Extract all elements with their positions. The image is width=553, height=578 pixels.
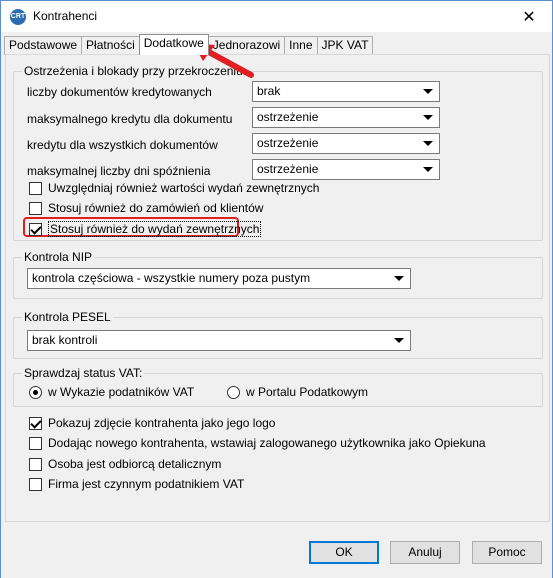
checkbox-box[interactable] [29,457,42,471]
max-days-select[interactable]: ostrzeżenie [252,159,440,180]
dialog-window: CRT Kontrahenci ✕ Podstawowe Płatności D… [0,0,553,578]
nip-control-select[interactable]: kontrola częściowa - wszystkie numery po… [27,268,411,289]
max-credit-select[interactable]: ostrzeżenie [252,107,440,128]
active-vat-payer-label: Firma jest czynnym podatnikiem VAT [48,477,245,491]
button-bar [1,522,552,578]
app-logo-icon: CRT [10,9,26,25]
apply-to-orders-label: Stosuj również do zamówień od klientów [48,201,264,215]
vat-registry-label: w Wykazie podatników VAT [48,385,195,399]
include-external-issues-label: Uwzględniaj również wartości wydań zewnę… [48,181,320,195]
assign-logged-user-label: Dodając nowego kontrahenta, wstawiaj zal… [48,436,486,450]
checkbox-box[interactable] [29,181,42,195]
radio-selected[interactable] [29,385,42,399]
close-icon[interactable]: ✕ [506,1,552,32]
tax-portal-label: w Portalu Podatkowym [246,385,369,399]
tab-dodatkowe[interactable]: Dodatkowe [138,34,209,55]
help-button[interactable]: Pomoc [472,541,542,564]
radio-unselected[interactable] [227,385,240,399]
tab-inne[interactable]: Inne [284,36,318,55]
tab-podstawowe[interactable]: Podstawowe [4,36,83,55]
all-docs-credit-value: ostrzeżenie [257,136,319,150]
chevron-down-icon [423,141,433,146]
vat-registry-radio[interactable]: w Wykazie podatników VAT [29,385,194,399]
tab-jpk-vat[interactable]: JPK VAT [316,36,374,55]
title-bar: CRT Kontrahenci ✕ [1,1,552,32]
show-photo-as-logo-label: Pokazuj zdjęcie kontrahenta jako jego lo… [48,416,276,430]
all-docs-credit-select[interactable]: ostrzeżenie [252,133,440,154]
checkbox-box[interactable] [29,201,42,215]
chevron-down-icon [423,89,433,94]
pesel-legend: Kontrola PESEL [22,310,113,324]
apply-to-orders-checkbox[interactable]: Stosuj również do zamówień od klientów [29,201,263,215]
nip-control-value: kontrola częściowa - wszystkie numery po… [32,271,311,285]
show-photo-as-logo-checkbox[interactable]: Pokazuj zdjęcie kontrahenta jako jego lo… [29,416,275,430]
retail-recipient-label: Osoba jest odbiorcą detalicznym [48,457,222,471]
max-days-value: ostrzeżenie [257,162,319,176]
assign-logged-user-checkbox[interactable]: Dodając nowego kontrahenta, wstawiaj zal… [29,436,486,450]
pesel-control-value: brak kontroli [32,333,98,347]
chevron-down-icon [423,115,433,120]
vat-status-legend: Sprawdzaj status VAT: [22,366,145,380]
include-external-issues-checkbox[interactable]: Uwzględniaj również wartości wydań zewnę… [29,181,319,195]
tax-portal-radio[interactable]: w Portalu Podatkowym [227,385,368,399]
tab-strip: Podstawowe Płatności Dodatkowe Jednorazo… [4,34,374,55]
warning-label-max-credit: maksymalnego kredytu dla dokumentu [27,112,233,126]
nip-legend: Kontrola NIP [22,250,95,264]
apply-to-external-issues-checkbox[interactable]: Stosuj również do wydań zewnętrznych [29,221,262,237]
checkbox-box-checked[interactable] [29,416,42,430]
apply-to-external-issues-label: Stosuj również do wydań zewnętrznych [48,221,262,237]
pesel-control-select[interactable]: brak kontroli [27,330,411,351]
credit-docs-value: brak [257,84,281,98]
retail-recipient-checkbox[interactable]: Osoba jest odbiorcą detalicznym [29,457,221,471]
checkbox-box[interactable] [29,477,42,491]
warning-label-all-docs-credit: kredytu dla wszystkich dokumentów [27,138,218,152]
max-credit-value: ostrzeżenie [257,110,319,124]
chevron-down-icon [423,167,433,172]
warning-label-credit-docs: liczby dokumentów kredytowanych [27,85,212,99]
ok-button[interactable]: OK [309,541,379,564]
tab-platnosci[interactable]: Płatności [81,36,140,55]
cancel-button[interactable]: Anuluj [390,541,460,564]
active-vat-payer-checkbox[interactable]: Firma jest czynnym podatnikiem VAT [29,477,244,491]
checkbox-box-checked[interactable] [29,222,42,236]
chevron-down-icon [394,338,404,343]
chevron-down-icon [394,276,404,281]
credit-docs-select[interactable]: brak [252,81,440,102]
window-title: Kontrahenci [33,9,98,23]
checkbox-box[interactable] [29,436,42,450]
warning-label-max-days: maksymalnej liczby dni spóźnienia [27,164,211,178]
